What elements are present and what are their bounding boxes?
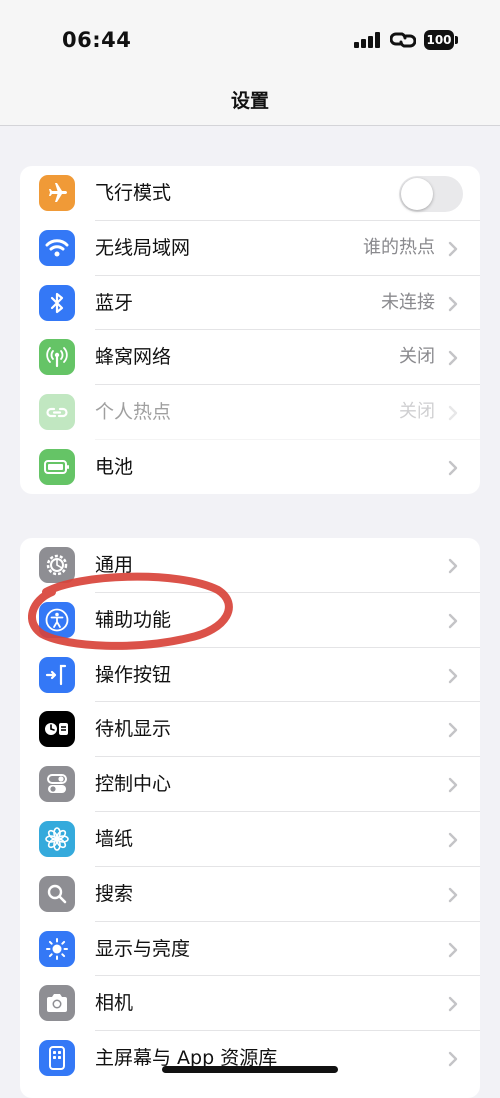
antenna-icon — [39, 339, 75, 376]
settings-row-label: 待机显示 — [95, 718, 172, 741]
chevron-right-icon — [448, 558, 458, 574]
chevron-right-icon — [448, 460, 458, 476]
settings-row-value: 未连接 — [381, 291, 435, 313]
settings-row-label: 电池 — [95, 455, 134, 478]
airplane-mode-toggle[interactable] — [399, 176, 463, 212]
settings-row-battery[interactable]: 电池 — [20, 440, 480, 494]
settings-row-cellular[interactable]: 蜂窝网络 关闭 — [20, 330, 480, 386]
home-indicator[interactable] — [162, 1066, 338, 1073]
camera-icon — [39, 985, 75, 1022]
page-title: 设置 — [230, 90, 269, 112]
settings-row-value: 关闭 — [399, 346, 435, 368]
cellular-signal-icon — [354, 32, 382, 48]
control-center-icon — [39, 766, 75, 803]
settings-row-control-center[interactable]: 控制中心 — [20, 757, 480, 812]
chevron-right-icon — [448, 942, 458, 957]
search-icon — [39, 875, 75, 912]
settings-row-personal-hotspot: 个人热点 关闭 — [20, 385, 480, 440]
settings-row-label: 墙纸 — [95, 827, 134, 850]
battery-indicator: 100 — [424, 30, 458, 50]
flower-icon — [39, 820, 75, 857]
chevron-right-icon — [448, 296, 458, 311]
chevron-right-icon — [448, 1051, 458, 1067]
settings-row-label: 搜索 — [95, 882, 134, 905]
status-bar: 06:44 100 — [0, 0, 500, 80]
settings-row-label: 主屏幕与 App 资源库 — [95, 1047, 278, 1070]
wifi-icon — [39, 229, 75, 266]
settings-row-home-screen[interactable]: 主屏幕与 App 资源库 — [20, 1031, 480, 1086]
settings-group-connectivity: 飞行模式 无线局域网 谁的热点 蓝牙 未连接 蜂窝网络 关闭 个人热点 关闭 电… — [20, 166, 480, 494]
navigation-bar: 设置 — [0, 80, 500, 126]
settings-row-label: 相机 — [95, 992, 134, 1015]
chevron-right-icon — [448, 668, 458, 683]
settings-row-label: 蓝牙 — [95, 291, 134, 314]
chevron-right-icon — [448, 723, 458, 738]
bluetooth-icon — [39, 284, 75, 321]
chevron-right-icon — [448, 997, 458, 1012]
hotspot-icon — [39, 394, 75, 431]
red-circle-annotation — [28, 572, 233, 650]
chevron-right-icon — [448, 241, 458, 256]
settings-row-camera[interactable]: 相机 — [20, 976, 480, 1032]
airplane-icon — [39, 175, 75, 211]
settings-row-wifi[interactable]: 无线局域网 谁的热点 — [20, 221, 480, 276]
chevron-right-icon — [448, 777, 458, 793]
settings-row-bluetooth[interactable]: 蓝牙 未连接 — [20, 276, 480, 331]
home-screen-icon — [39, 1040, 75, 1077]
standby-icon — [39, 711, 75, 748]
status-time: 06:44 — [62, 28, 132, 52]
settings-row-airplane-mode[interactable]: 飞行模式 — [20, 166, 480, 221]
chevron-right-icon — [448, 351, 458, 366]
brightness-icon — [39, 930, 75, 967]
chevron-right-icon — [448, 887, 458, 902]
battery-icon — [39, 448, 75, 485]
settings-row-value: 关闭 — [399, 401, 435, 423]
settings-row-value: 谁的热点 — [363, 236, 435, 258]
settings-row-label: 显示与亮度 — [95, 937, 191, 960]
settings-row-label: 控制中心 — [95, 773, 172, 796]
settings-row-wallpaper[interactable]: 墙纸 — [20, 812, 480, 867]
settings-row-standby[interactable]: 待机显示 — [20, 702, 480, 758]
chevron-right-icon — [448, 405, 458, 421]
chevron-right-icon — [448, 832, 458, 848]
settings-row-display-brightness[interactable]: 显示与亮度 — [20, 922, 480, 977]
chevron-right-icon — [448, 613, 458, 628]
settings-row-label: 个人热点 — [95, 401, 172, 424]
settings-row-label: 蜂窝网络 — [95, 346, 172, 369]
settings-row-search[interactable]: 搜索 — [20, 867, 480, 922]
hotspot-link-icon — [390, 32, 416, 48]
settings-row-label: 无线局域网 — [95, 236, 191, 259]
settings-row-label: 飞行模式 — [95, 182, 172, 204]
